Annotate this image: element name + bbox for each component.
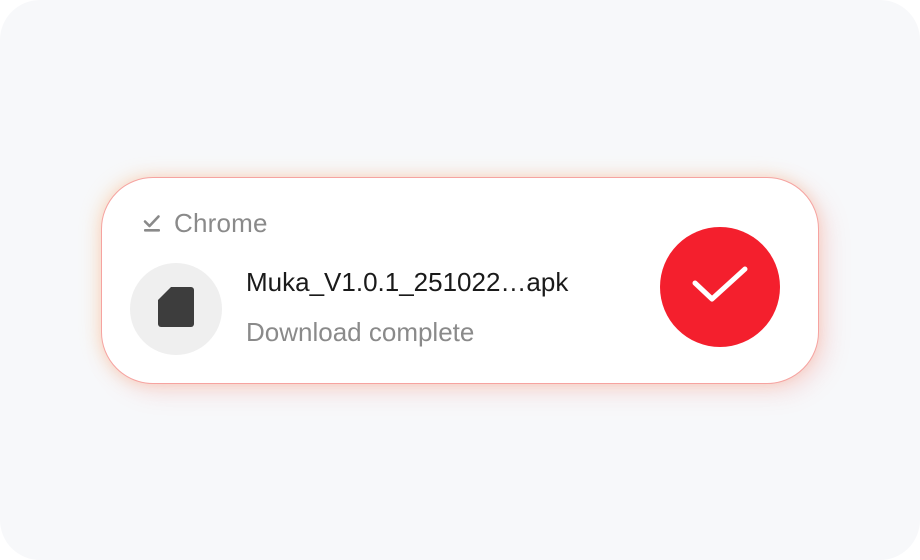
notification-app-header: Chrome (142, 207, 268, 239)
file-name: Muka_V1.0.1_251022…apk (246, 267, 569, 297)
download-status-text: Download complete (246, 317, 475, 347)
checkmark-icon (690, 265, 750, 310)
file-icon-container (130, 263, 222, 355)
download-complete-button[interactable] (660, 227, 780, 347)
app-name-label: Chrome (174, 207, 268, 238)
download-check-icon (142, 213, 162, 233)
file-icon (157, 286, 195, 333)
